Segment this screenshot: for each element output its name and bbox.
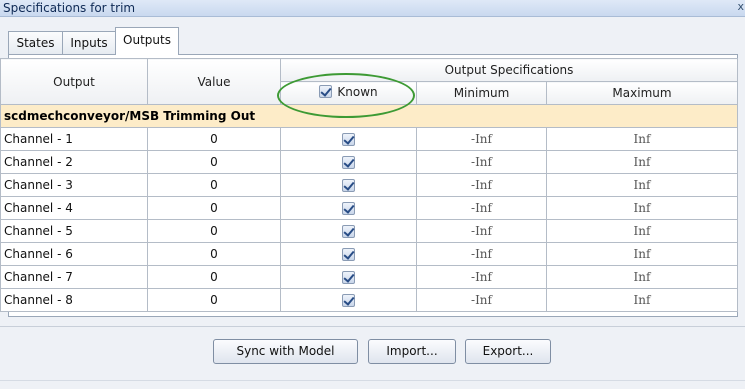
known-header-checkbox[interactable] xyxy=(319,85,333,99)
value-cell[interactable]: 0 xyxy=(147,288,281,312)
table-row[interactable]: Channel - 1 0 -Inf Inf xyxy=(0,127,738,151)
minimum-cell[interactable]: -Inf xyxy=(416,196,547,220)
known-checkbox[interactable] xyxy=(342,225,355,238)
column-header-known[interactable]: Known xyxy=(280,81,417,105)
minimum-cell[interactable]: -Inf xyxy=(416,265,547,289)
tab-strip: States Inputs Outputs xyxy=(8,27,738,55)
output-name-cell: Channel - 6 xyxy=(0,242,148,266)
known-cell xyxy=(280,196,417,220)
known-checkbox[interactable] xyxy=(342,156,355,169)
known-checkbox[interactable] xyxy=(342,133,355,146)
known-cell xyxy=(280,173,417,197)
table-row[interactable]: Channel - 8 0 -Inf Inf xyxy=(0,288,738,312)
sync-with-model-button[interactable]: Sync with Model xyxy=(213,339,358,364)
known-checkbox[interactable] xyxy=(342,294,355,307)
output-name-cell: Channel - 8 xyxy=(0,288,148,312)
column-header-maximum[interactable]: Maximum xyxy=(546,81,738,105)
maximum-cell[interactable]: Inf xyxy=(546,196,738,220)
minimum-cell[interactable]: -Inf xyxy=(416,242,547,266)
known-cell xyxy=(280,242,417,266)
known-cell xyxy=(280,127,417,151)
output-name-cell: Channel - 4 xyxy=(0,196,148,220)
output-name-cell: Channel - 3 xyxy=(0,173,148,197)
table-row[interactable]: Channel - 6 0 -Inf Inf xyxy=(0,242,738,266)
tab-inputs-label: Inputs xyxy=(70,36,108,50)
value-cell[interactable]: 0 xyxy=(147,219,281,243)
value-cell[interactable]: 0 xyxy=(147,127,281,151)
value-cell[interactable]: 0 xyxy=(147,196,281,220)
tab-outputs[interactable]: Outputs xyxy=(115,27,179,55)
table-row[interactable]: Channel - 2 0 -Inf Inf xyxy=(0,150,738,174)
column-group-output-specifications: Output Specifications xyxy=(280,58,738,82)
known-checkbox[interactable] xyxy=(342,179,355,192)
table-row[interactable]: Channel - 5 0 -Inf Inf xyxy=(0,219,738,243)
table-row[interactable]: Channel - 4 0 -Inf Inf xyxy=(0,196,738,220)
known-cell xyxy=(280,265,417,289)
outputs-table: Output Value Output Specifications Known… xyxy=(0,58,738,312)
column-header-known-label: Known xyxy=(337,84,378,99)
value-cell[interactable]: 0 xyxy=(147,242,281,266)
export-button[interactable]: Export... xyxy=(465,339,551,364)
column-header-output[interactable]: Output xyxy=(0,58,148,105)
output-name-cell: Channel - 2 xyxy=(0,150,148,174)
value-cell[interactable]: 0 xyxy=(147,173,281,197)
minimum-cell[interactable]: -Inf xyxy=(416,219,547,243)
value-cell[interactable]: 0 xyxy=(147,265,281,289)
tab-inputs[interactable]: Inputs xyxy=(62,31,116,54)
title-bar: Specifications for trim x xyxy=(0,0,745,17)
output-name-cell: Channel - 7 xyxy=(0,265,148,289)
table-row[interactable]: Channel - 3 0 -Inf Inf xyxy=(0,173,738,197)
maximum-cell[interactable]: Inf xyxy=(546,242,738,266)
known-checkbox[interactable] xyxy=(342,271,355,284)
divider xyxy=(0,326,745,327)
import-button[interactable]: Import... xyxy=(368,339,456,364)
output-name-cell: Channel - 1 xyxy=(0,127,148,151)
known-checkbox[interactable] xyxy=(342,202,355,215)
maximum-cell[interactable]: Inf xyxy=(546,265,738,289)
minimum-cell[interactable]: -Inf xyxy=(416,150,547,174)
bottom-divider xyxy=(0,380,745,381)
output-name-cell: Channel - 5 xyxy=(0,219,148,243)
maximum-cell[interactable]: Inf xyxy=(546,127,738,151)
minimum-cell[interactable]: -Inf xyxy=(416,288,547,312)
maximum-cell[interactable]: Inf xyxy=(546,288,738,312)
maximum-cell[interactable]: Inf xyxy=(546,173,738,197)
tab-states[interactable]: States xyxy=(8,31,63,54)
tab-outputs-label: Outputs xyxy=(123,33,171,47)
known-cell xyxy=(280,150,417,174)
maximum-cell[interactable]: Inf xyxy=(546,150,738,174)
value-cell[interactable]: 0 xyxy=(147,150,281,174)
column-header-minimum[interactable]: Minimum xyxy=(416,81,547,105)
maximum-cell[interactable]: Inf xyxy=(546,219,738,243)
minimum-cell[interactable]: -Inf xyxy=(416,173,547,197)
known-cell xyxy=(280,219,417,243)
window-title: Specifications for trim xyxy=(3,1,136,15)
minimum-cell[interactable]: -Inf xyxy=(416,127,547,151)
known-checkbox[interactable] xyxy=(342,248,355,261)
close-icon[interactable]: x xyxy=(737,0,744,13)
group-row: scdmechconveyor/MSB Trimming Out xyxy=(0,104,738,128)
tab-states-label: States xyxy=(16,36,55,50)
known-cell xyxy=(280,288,417,312)
column-header-value[interactable]: Value xyxy=(147,58,281,105)
table-row[interactable]: Channel - 7 0 -Inf Inf xyxy=(0,265,738,289)
group-label: scdmechconveyor/MSB Trimming Out xyxy=(0,104,738,128)
